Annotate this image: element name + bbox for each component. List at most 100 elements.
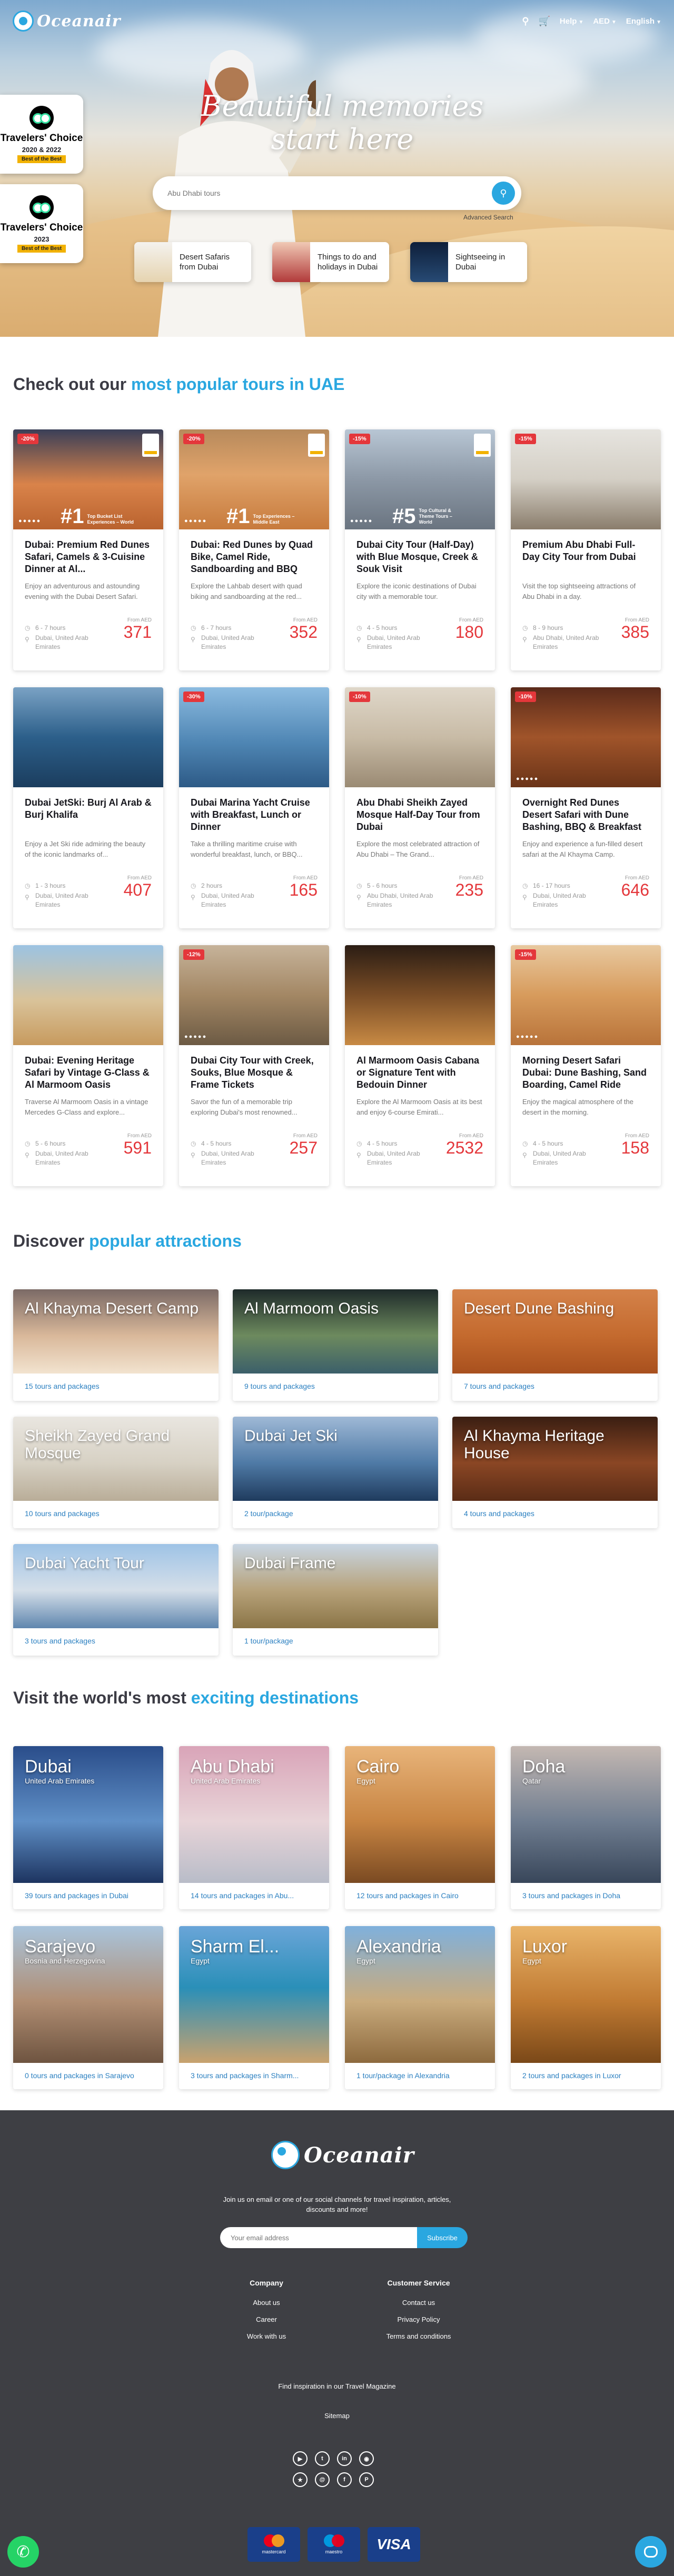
chip-sightseeing[interactable]: Sightseeing in Dubai [410, 242, 527, 282]
location-pin-icon: ⚲ [25, 1151, 29, 1159]
subscribe-button[interactable]: Subscribe [417, 2227, 468, 2248]
clock-icon: ◷ [356, 1140, 362, 1147]
instagram-icon[interactable]: ◉ [359, 2451, 374, 2466]
youtube-icon[interactable]: ▶ [293, 2451, 308, 2466]
currency-menu[interactable]: AED ▼ [593, 17, 617, 26]
tour-title[interactable]: Dubai City Tour with Creek, Souks, Blue … [179, 1045, 329, 1094]
footer-link-about[interactable]: About us [235, 2299, 298, 2307]
whatsapp-chat-button[interactable]: ✆ [7, 2536, 39, 2568]
cart-icon[interactable]: 🛒 [539, 16, 550, 27]
destination-card[interactable]: Cairo Egypt 12 tours and packages in Cair… [345, 1746, 495, 1909]
attraction-card[interactable]: Dubai Yacht Tour 3 tours and packages [13, 1544, 219, 1656]
attraction-card[interactable]: Al Khayma Desert Camp 15 tours and packa… [13, 1289, 219, 1401]
attraction-card[interactable]: Dubai Jet Ski 2 tour/package [233, 1417, 438, 1528]
chip-desert-safaris[interactable]: Desert Safaris from Dubai [134, 242, 251, 282]
location-pin-icon: ⚲ [356, 894, 361, 901]
tour-price: From AED 407 [123, 875, 152, 899]
help-menu[interactable]: Help ▼ [560, 17, 583, 26]
tour-title[interactable]: Abu Dhabi Sheikh Zayed Mosque Half-Day T… [345, 787, 495, 836]
sitemap-link[interactable]: Sitemap [0, 2412, 674, 2420]
discount-badge: -20% [17, 434, 38, 444]
tour-card[interactable]: Dubai JetSki: Burj Al Arab & Burj Khalif… [13, 687, 163, 928]
advanced-search-link[interactable]: Advanced Search [463, 214, 513, 221]
tour-description: Explore the Al Marmoom Oasis at its best… [356, 1098, 482, 1116]
email-field[interactable] [220, 2227, 417, 2248]
linkedin-icon[interactable]: in [337, 2451, 352, 2466]
tour-card[interactable]: -20% ●●●●● #1 Top Bucket List Experiences… [13, 429, 163, 670]
footer-link-privacy[interactable]: Privacy Policy [376, 2316, 461, 2323]
search-input[interactable] [167, 189, 492, 197]
tour-title[interactable]: Morning Desert Safari Dubai: Dune Bashin… [511, 1045, 661, 1094]
destination-card[interactable]: Alexandria Egypt 1 tour/package in Alexan… [345, 1926, 495, 2089]
tour-title[interactable]: Dubai JetSki: Burj Al Arab & Burj Khalif… [13, 787, 163, 836]
attraction-card[interactable]: Al Marmoom Oasis 9 tours and packages [233, 1289, 438, 1401]
tours-section-title: Check out our most popular tours in UAE [13, 375, 345, 394]
site-logo[interactable]: Oceanair [13, 11, 121, 32]
tour-description: Enjoy an adventurous and astounding even… [25, 582, 140, 600]
attraction-card[interactable]: Desert Dune Bashing 7 tours and packages [452, 1289, 658, 1401]
hero-section: Oceanair ⚲ 🛒 Help ▼ AED ▼ English ▼ Travele… [0, 0, 674, 337]
tour-title[interactable]: Dubai City Tour (Half-Day) with Blue Mos… [345, 529, 495, 578]
tour-description: Savor the fun of a memorable trip explor… [191, 1098, 298, 1116]
discount-badge: -15% [515, 949, 536, 960]
social-links: ▶ t in ◉ ★ @ f P [293, 2451, 374, 2487]
pinterest-icon[interactable]: P [359, 2472, 374, 2487]
hero-tagline: Beautiful memories start here [201, 89, 484, 156]
tour-card[interactable]: -15% ●●●●● #5 Top Cultural & Theme Tours … [345, 429, 495, 670]
rating-stars-icon: ●●●●● [18, 518, 42, 524]
chip-things-to-do[interactable]: Things to do and holidays in Dubai [272, 242, 389, 282]
destination-card[interactable]: Abu Dhabi United Arab Emirates 14 tours a… [179, 1746, 329, 1909]
attraction-card[interactable]: Dubai Frame 1 tour/package [233, 1544, 438, 1656]
email-icon[interactable]: @ [315, 2472, 330, 2487]
footer-link-career[interactable]: Career [235, 2316, 298, 2323]
tour-card[interactable]: -15% ●●●●● Morning Desert Safari Dubai: … [511, 945, 661, 1186]
visa-logo: VISA [368, 2527, 420, 2562]
tour-card[interactable]: -12% ●●●●● Dubai City Tour with Creek, S… [179, 945, 329, 1186]
twitter-icon[interactable]: t [315, 2451, 330, 2466]
tour-title[interactable]: Dubai Marina Yacht Cruise with Breakfast… [179, 787, 329, 836]
destination-card[interactable]: Sharm El... Egypt 3 tours and packages in… [179, 1926, 329, 2089]
tour-title[interactable]: Overnight Red Dunes Desert Safari with D… [511, 787, 661, 836]
discount-badge: -12% [183, 949, 204, 960]
language-menu[interactable]: English ▼ [626, 17, 661, 26]
live-chat-button[interactable] [635, 2536, 667, 2568]
footer-logo[interactable]: Oceanair [271, 2141, 414, 2169]
tour-card[interactable]: -10% ●●●●● Overnight Red Dunes Desert Sa… [511, 687, 661, 928]
footer-link-contact[interactable]: Contact us [376, 2299, 461, 2307]
location-pin-icon: ⚲ [356, 1151, 361, 1159]
facebook-icon[interactable]: f [337, 2472, 352, 2487]
tour-price: From AED 165 [289, 875, 318, 899]
destination-card[interactable]: Luxor Egypt 2 tours and packages in Luxor [511, 1926, 661, 2089]
tour-card[interactable]: -10% Abu Dhabi Sheikh Zayed Mosque Half-… [345, 687, 495, 928]
chat-bubble-icon [644, 2546, 658, 2558]
search-icon: ⚲ [500, 187, 507, 198]
search-button[interactable]: ⚲ [492, 182, 515, 205]
tour-price: From AED 352 [289, 617, 318, 642]
attraction-card[interactable]: Sheikh Zayed Grand Mosque 10 tours and p… [13, 1417, 219, 1528]
tour-card[interactable]: -30% Dubai Marina Yacht Cruise with Brea… [179, 687, 329, 928]
tripadvisor-icon[interactable]: ★ [293, 2472, 308, 2487]
destination-card[interactable]: Doha Qatar 3 tours and packages in Doha [511, 1746, 661, 1909]
tour-title[interactable]: Al Marmoom Oasis Cabana or Signature Ten… [345, 1045, 495, 1094]
location-pin-icon: ⚲ [25, 894, 29, 901]
footer-link-terms[interactable]: Terms and conditions [376, 2332, 461, 2340]
tour-title[interactable]: Dubai: Evening Heritage Safari by Vintag… [13, 1045, 163, 1094]
tour-title[interactable]: Dubai: Red Dunes by Quad Bike, Camel Rid… [179, 529, 329, 578]
destination-card[interactable]: Dubai United Arab Emirates 39 tours and p… [13, 1746, 163, 1909]
clock-icon: ◷ [356, 624, 362, 632]
travel-magazine-link[interactable]: Find inspiration in our Travel Magazine [0, 2382, 674, 2390]
hero-search-bar: ⚲ [153, 176, 521, 210]
destination-card[interactable]: Sarajevo Bosnia and Herzegovina 0 tours a… [13, 1926, 163, 2089]
footer-service-column: Customer Service Contact us Privacy Poli… [376, 2279, 461, 2349]
whatsapp-icon: ✆ [16, 2543, 30, 2561]
tour-card[interactable]: -15% Premium Abu Dhabi Full-Day City Tou… [511, 429, 661, 670]
tour-title[interactable]: Premium Abu Dhabi Full-Day City Tour fro… [511, 529, 661, 578]
search-icon[interactable]: ⚲ [522, 16, 529, 27]
attraction-card[interactable]: Al Khayma Heritage House 4 tours and pac… [452, 1417, 658, 1528]
footer-link-work-with-us[interactable]: Work with us [235, 2332, 298, 2340]
tour-card[interactable]: Al Marmoom Oasis Cabana or Signature Ten… [345, 945, 495, 1186]
tour-title[interactable]: Dubai: Premium Red Dunes Safari, Camels … [13, 529, 163, 578]
tour-card[interactable]: -20% ●●●●● #1 Top Experiences – Middle Ea… [179, 429, 329, 670]
tour-card[interactable]: Dubai: Evening Heritage Safari by Vintag… [13, 945, 163, 1186]
award-ribbon: #5 Top Cultural & Theme Tours – World [392, 505, 452, 528]
